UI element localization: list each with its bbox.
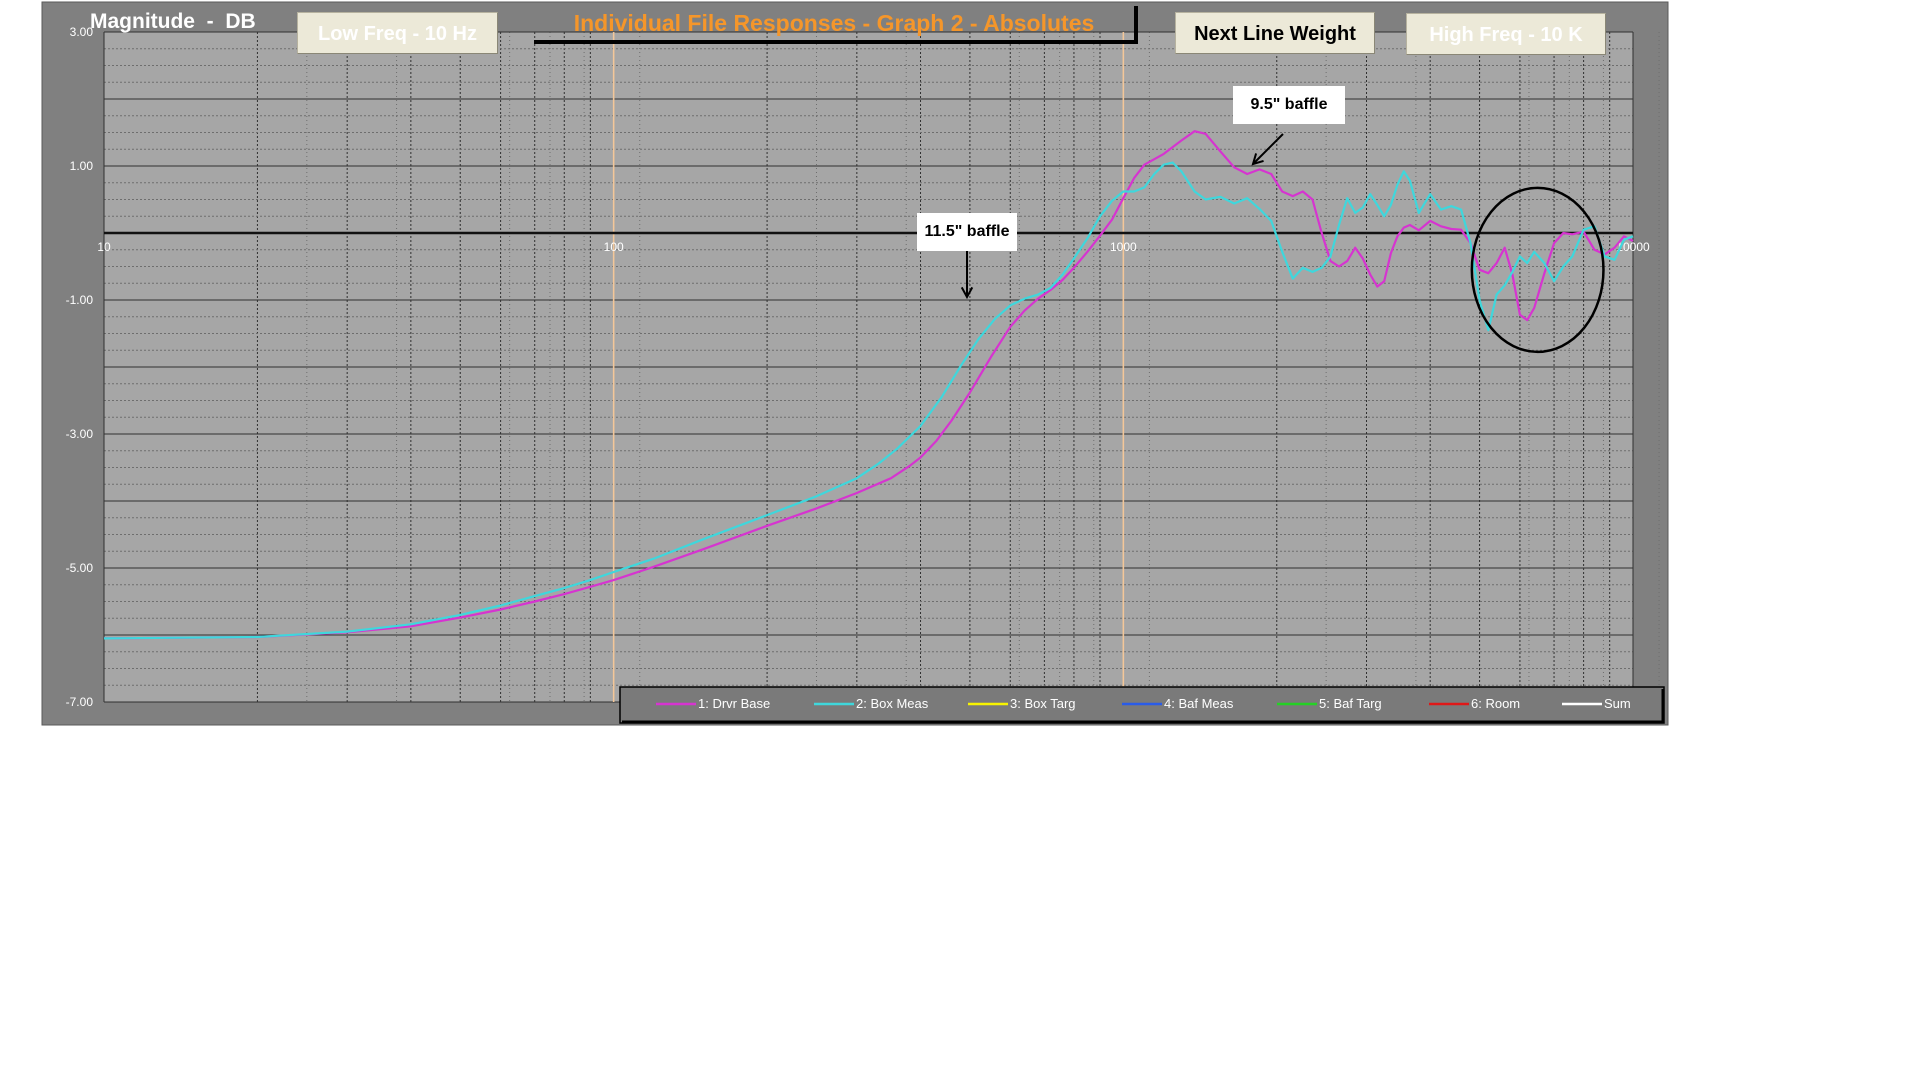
high-freq-button[interactable]: High Freq - 10 K	[1406, 13, 1606, 55]
y-tick-label: -3.00	[66, 427, 94, 441]
legend: 1: Drvr Base 2: Box Meas 3: Box Targ 4: Baf…	[619, 686, 1665, 724]
y-tick-label: -1.00	[66, 293, 94, 307]
x-tick-label: 10	[97, 240, 111, 254]
legend-label: 1: Drvr Base	[698, 696, 770, 711]
legend-label: 2: Box Meas	[856, 696, 929, 711]
legend-label: 3: Box Targ	[1010, 696, 1076, 711]
x-tick-label: 100	[604, 240, 624, 254]
y-axis-title: Magnitude - DB	[90, 10, 256, 33]
legend-label: 6: Room	[1471, 696, 1520, 711]
y-tick-label: -5.00	[66, 561, 94, 575]
x-tick-label: 1000	[1110, 240, 1137, 254]
legend-label: 4: Baf Meas	[1164, 696, 1234, 711]
chart-svg: 10 100 1000 10000 3.001.00-1.00-3.00-5.00-7…	[41, 1, 1669, 726]
y-tick-label: 1.00	[70, 159, 94, 173]
chart-window: 10 100 1000 10000 3.00 1.00 -1.00 -3.00 -5.00 -7…	[0, 0, 1920, 1080]
legend-label: Sum	[1604, 696, 1631, 711]
annotation-11-5-baffle: 11.5" baffle	[917, 213, 1017, 251]
annotation-9-5-baffle: 9.5" baffle	[1233, 86, 1345, 124]
legend-label: 5: Baf Targ	[1319, 696, 1382, 711]
y-tick-label: -7.00	[66, 695, 94, 709]
chart-title: Individual File Responses - Graph 2 - Ab…	[534, 6, 1138, 44]
low-freq-button[interactable]: Low Freq - 10 Hz	[297, 12, 498, 54]
next-line-weight-button[interactable]: Next Line Weight	[1175, 12, 1375, 54]
